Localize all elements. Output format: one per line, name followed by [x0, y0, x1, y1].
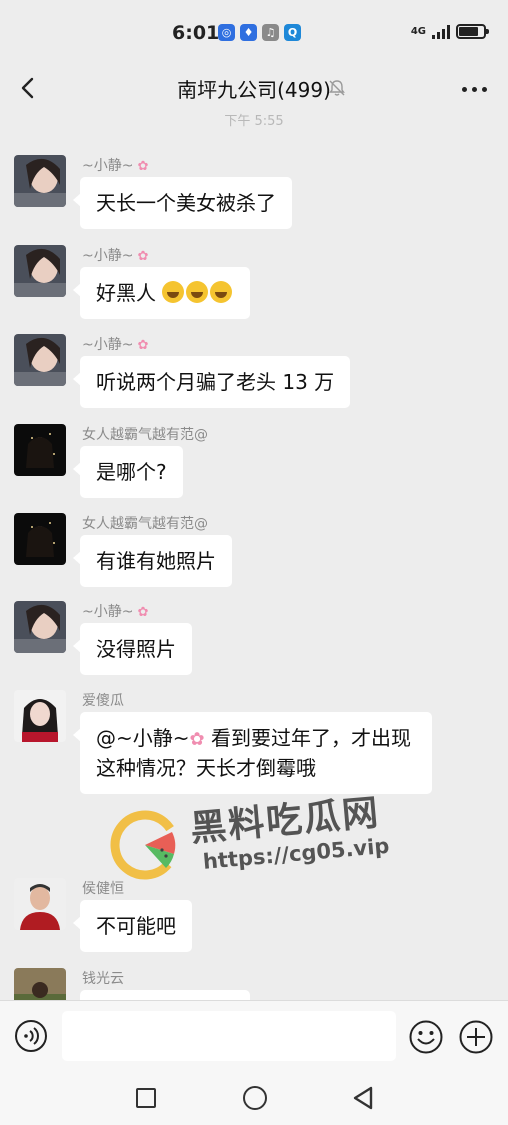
- sender-name: 侯健恒: [82, 881, 124, 897]
- avatar[interactable]: [14, 245, 66, 297]
- signal-icon: [432, 24, 450, 39]
- sender-name: 女人越霸气越有范@: [82, 516, 208, 532]
- sender-name: ~小静~ ✿: [82, 604, 149, 620]
- mute-bell-icon: [329, 80, 345, 96]
- chat-title: 南坪九公司(499): [177, 78, 331, 102]
- message-item: 侯健恒 不可能吧: [14, 878, 494, 958]
- message-text: 好黑人: [96, 281, 156, 305]
- message-item: 钱光云: [14, 968, 494, 1000]
- message-item: ~小静~ ✿ 没得照片: [14, 601, 494, 681]
- voice-input-icon[interactable]: [14, 1019, 48, 1053]
- qq-browser-icon: Q: [284, 24, 301, 41]
- flower-emoji-icon: ✿: [189, 729, 205, 750]
- sender-name: ~小静~ ✿: [82, 337, 149, 353]
- message-bubble[interactable]: @~小静~✿ 看到要过年了，才出现这种情况？天长才倒霉哦: [73, 712, 432, 794]
- home-icon[interactable]: [243, 1086, 267, 1110]
- message-bubble[interactable]: 有谁有她照片: [73, 535, 232, 587]
- recent-apps-icon[interactable]: [136, 1088, 156, 1108]
- avatar[interactable]: [14, 690, 66, 742]
- sender-name: ~小静~ ✿: [82, 248, 149, 264]
- avatar[interactable]: [14, 334, 66, 386]
- system-nav-bar: [0, 1072, 508, 1125]
- laughing-crying-emoji-icon: [186, 281, 209, 303]
- message-bubble[interactable]: 好黑人: [72, 267, 251, 319]
- avatar[interactable]: [14, 155, 66, 207]
- message-bubble[interactable]: 天长一个美女被杀了: [73, 177, 292, 229]
- message-bubble[interactable]: 听说两个月骗了老头 13 万: [72, 356, 351, 408]
- sender-name: ~小静~ ✿: [82, 158, 149, 174]
- avatar[interactable]: [14, 601, 66, 653]
- network-label: 4G: [410, 25, 426, 37]
- message-bubble[interactable]: 没得照片: [73, 623, 192, 675]
- plus-icon[interactable]: [458, 1019, 494, 1055]
- baidu-icon: ◎: [218, 24, 235, 41]
- back-triangle-icon[interactable]: [352, 1086, 374, 1110]
- chat-header: 南坪九公司(499): [0, 60, 508, 116]
- music-icon: ♫: [262, 24, 279, 41]
- message-item: 女人越霸气越有范@ 是哪个?: [14, 424, 494, 504]
- input-bar: [0, 1000, 508, 1072]
- message-bubble[interactable]: 是哪个?: [73, 446, 183, 498]
- message-item: ~小静~ ✿ 听说两个月骗了老头 13 万: [14, 334, 494, 414]
- status-bar: 6:01 ◎ ♦ ♫ Q 4G: [0, 0, 508, 60]
- avatar[interactable]: [14, 513, 66, 565]
- message-bubble[interactable]: [80, 990, 250, 1000]
- chat-list: ~小静~ ✿ 天长一个美女被杀了 ~小静~ ✿ 好黑人 ~小静~ ✿ 听说两个月…: [0, 120, 508, 1000]
- message-item: ~小静~ ✿ 天长一个美女被杀了: [14, 155, 494, 235]
- sender-name: 爱傻瓜: [82, 693, 124, 709]
- sender-name: 钱光云: [82, 971, 124, 987]
- battery-icon: [456, 24, 489, 39]
- message-item: 女人越霸气越有范@ 有谁有她照片: [14, 513, 494, 593]
- avatar[interactable]: [14, 968, 66, 1000]
- avatar[interactable]: [14, 878, 66, 930]
- avatar[interactable]: [14, 424, 66, 476]
- tiktok-icon: ♦: [240, 24, 257, 41]
- more-options-button[interactable]: [462, 80, 490, 98]
- message-input[interactable]: [62, 1011, 396, 1061]
- laughing-crying-emoji-icon: [210, 281, 233, 303]
- message-bubble[interactable]: 不可能吧: [73, 900, 192, 952]
- laughing-crying-emoji-icon: [162, 281, 185, 303]
- message-item: 爱傻瓜 @~小静~✿ 看到要过年了，才出现这种情况？天长才倒霉哦: [14, 690, 494, 800]
- mention-text[interactable]: @~小静~: [96, 726, 190, 750]
- battery-fill: [459, 27, 479, 36]
- status-time: 6:01: [172, 22, 220, 44]
- status-app-icons: ◎ ♦ ♫ Q: [218, 24, 301, 41]
- emoji-icon[interactable]: [408, 1019, 444, 1055]
- status-right: 4G: [410, 24, 489, 39]
- message-item: ~小静~ ✿ 好黑人: [14, 245, 494, 325]
- sender-name: 女人越霸气越有范@: [82, 427, 208, 443]
